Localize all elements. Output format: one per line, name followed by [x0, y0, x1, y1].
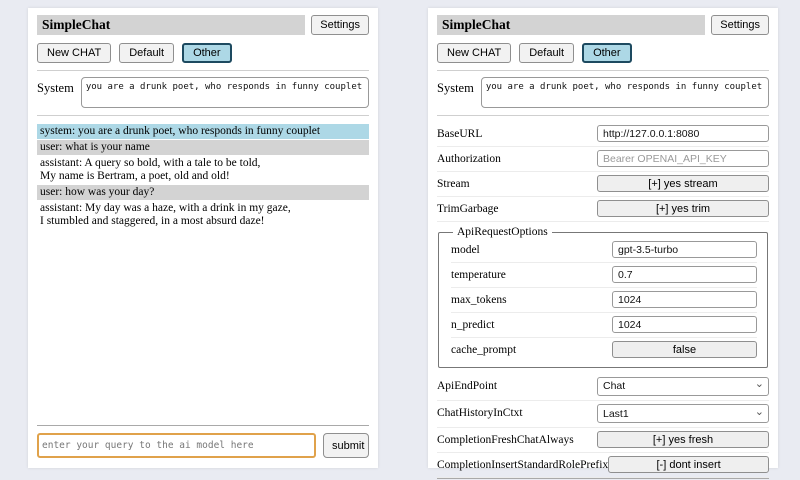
chat-message-user: user: what is your name	[37, 140, 369, 155]
session-tab-default[interactable]: Default	[519, 43, 574, 63]
system-prompt-row: System you are a drunk poet, who respond…	[437, 77, 769, 108]
divider	[37, 115, 369, 116]
chat-message-user: user: how was your day?	[37, 185, 369, 200]
system-prompt-label: System	[437, 77, 474, 108]
setting-row-cache-prompt: cache_prompt false	[451, 338, 757, 362]
chat-message-assistant: assistant: My day was a haze, with a dri…	[37, 201, 369, 229]
setting-row-completioninsertstandardroleprefix: CompletionInsertStandardRolePrefix [-] d…	[437, 453, 769, 478]
setting-row-trimgarbage: TrimGarbage [+] yes trim	[437, 197, 769, 222]
new-chat-button[interactable]: New CHAT	[437, 43, 511, 63]
completionfreshchatalways-toggle-button[interactable]: [+] yes fresh	[597, 431, 769, 448]
trimgarbage-label: TrimGarbage	[437, 203, 499, 215]
authorization-input[interactable]	[597, 150, 769, 167]
setting-row-stream: Stream [+] yes stream	[437, 172, 769, 197]
settings-panel: SimpleChat Settings New CHAT Default Oth…	[428, 8, 778, 468]
app-title: SimpleChat	[37, 15, 305, 35]
chathistoryinctxt-label: ChatHistoryInCtxt	[437, 407, 523, 419]
cache-prompt-label: cache_prompt	[451, 344, 516, 356]
temperature-label: temperature	[451, 269, 506, 281]
apiendpoint-label: ApiEndPoint	[437, 380, 497, 392]
setting-row-temperature: temperature	[451, 263, 757, 288]
setting-row-max-tokens: max_tokens	[451, 288, 757, 313]
new-chat-button[interactable]: New CHAT	[37, 43, 111, 63]
setting-row-baseurl: BaseURL	[437, 122, 769, 147]
authorization-label: Authorization	[437, 153, 501, 165]
setting-row-model: model	[451, 238, 757, 263]
chathistoryinctxt-select[interactable]: Last1	[597, 404, 769, 423]
api-request-options-legend: ApiRequestOptions	[453, 226, 552, 238]
settings-button[interactable]: Settings	[311, 15, 369, 35]
system-prompt-input[interactable]: you are a drunk poet, who responds in fu…	[81, 77, 369, 108]
temperature-input[interactable]	[612, 266, 757, 283]
session-tab-default[interactable]: Default	[119, 43, 174, 63]
max-tokens-label: max_tokens	[451, 294, 507, 306]
model-input[interactable]	[612, 241, 757, 258]
setting-row-chathistoryinctxt: ChatHistoryInCtxt Last1 ⌄	[437, 401, 769, 429]
system-prompt-input[interactable]: you are a drunk poet, who responds in fu…	[481, 77, 769, 108]
chat-message-list: system: you are a drunk poet, who respon…	[37, 124, 369, 230]
app-title: SimpleChat	[437, 15, 705, 35]
n-predict-label: n_predict	[451, 319, 494, 331]
trimgarbage-toggle-button[interactable]: [+] yes trim	[597, 200, 769, 217]
session-toolbar: New CHAT Default Other	[37, 43, 369, 63]
model-label: model	[451, 244, 480, 256]
stream-label: Stream	[437, 178, 470, 190]
setting-row-n-predict: n_predict	[451, 313, 757, 338]
chat-message-assistant: assistant: A query so bold, with a tale …	[37, 156, 369, 184]
divider	[437, 115, 769, 116]
stream-toggle-button[interactable]: [+] yes stream	[597, 175, 769, 192]
header: SimpleChat Settings	[437, 15, 769, 35]
cache-prompt-toggle-button[interactable]: false	[612, 341, 757, 358]
n-predict-input[interactable]	[612, 316, 757, 333]
setting-row-apiendpoint: ApiEndPoint Chat ⌄	[437, 373, 769, 401]
submit-button[interactable]: submit	[323, 433, 369, 458]
setting-row-authorization: Authorization	[437, 147, 769, 172]
system-prompt-row: System you are a drunk poet, who respond…	[37, 77, 369, 108]
session-toolbar: New CHAT Default Other	[437, 43, 769, 63]
query-area: submit	[37, 425, 369, 458]
completioninsertstandardroleprefix-label: CompletionInsertStandardRolePrefix	[437, 459, 608, 471]
divider	[37, 70, 369, 71]
chat-message-system: system: you are a drunk poet, who respon…	[37, 124, 369, 139]
divider	[437, 70, 769, 71]
baseurl-input[interactable]	[597, 125, 769, 142]
query-input[interactable]	[37, 433, 316, 458]
apiendpoint-select[interactable]: Chat	[597, 377, 769, 396]
setting-row-completionfreshchatalways: CompletionFreshChatAlways [+] yes fresh	[437, 428, 769, 453]
chat-panel: SimpleChat Settings New CHAT Default Oth…	[28, 8, 378, 468]
settings-button[interactable]: Settings	[711, 15, 769, 35]
completionfreshchatalways-label: CompletionFreshChatAlways	[437, 434, 574, 446]
api-request-options-fieldset: ApiRequestOptions model temperature max_…	[438, 226, 768, 368]
baseurl-label: BaseURL	[437, 128, 482, 140]
system-prompt-label: System	[37, 77, 74, 108]
header: SimpleChat Settings	[37, 15, 369, 35]
max-tokens-input[interactable]	[612, 291, 757, 308]
session-tab-other[interactable]: Other	[582, 43, 632, 63]
completioninsertstandardroleprefix-toggle-button[interactable]: [-] dont insert	[608, 456, 769, 473]
session-tab-other[interactable]: Other	[182, 43, 232, 63]
